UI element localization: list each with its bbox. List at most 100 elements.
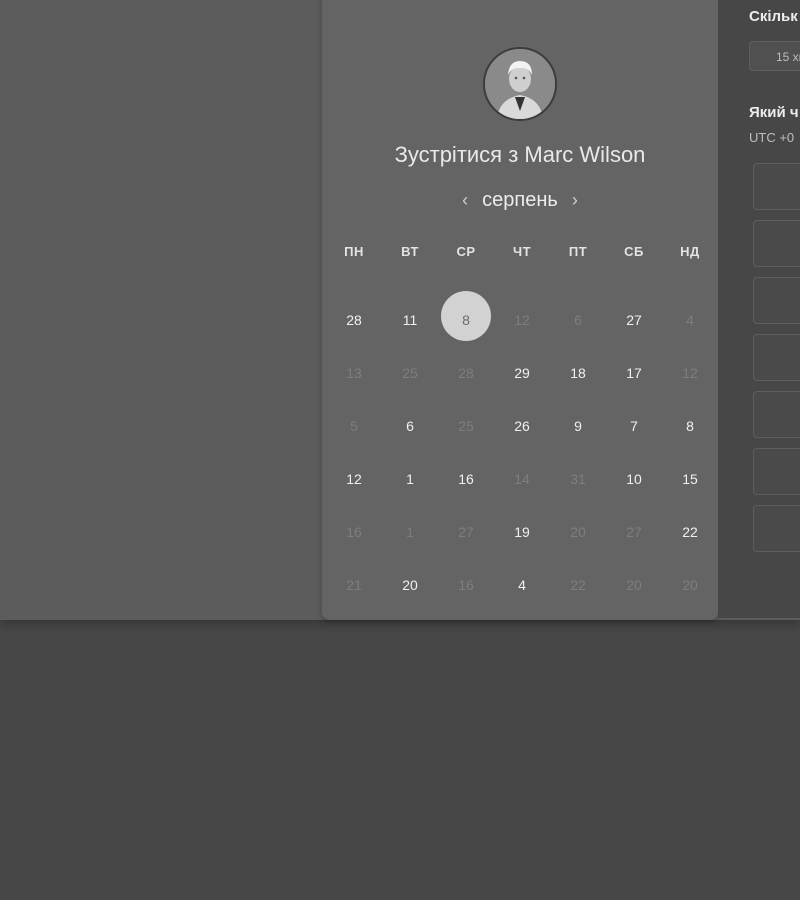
- calendar-day-available[interactable]: 16: [438, 452, 494, 505]
- calendar-day-number: 20: [402, 576, 418, 593]
- calendar-day-available[interactable]: 10: [606, 452, 662, 505]
- calendar-day-number: 14: [514, 470, 530, 487]
- calendar-day-available[interactable]: 11: [382, 293, 438, 346]
- calendar-day-available[interactable]: 26: [494, 399, 550, 452]
- calendar-day-number: 12: [514, 311, 530, 328]
- calendar-day-available[interactable]: 29: [494, 346, 550, 399]
- calendar-day-number: 26: [514, 417, 530, 434]
- calendar-day-number: 22: [682, 523, 698, 540]
- calendar-day-available[interactable]: 19: [494, 505, 550, 558]
- calendar-day-available[interactable]: 20: [382, 558, 438, 611]
- calendar-day-unavailable: 31: [550, 452, 606, 505]
- calendar-day-unavailable: 6: [550, 293, 606, 346]
- weekday-label: НД: [680, 244, 700, 259]
- calendar-grid: ПН ВТ СР ЧТ ПТ СБ НД 28 11 8 12 6 27 4 13 25 28 29 18 17 12…: [326, 240, 718, 611]
- calendar-week-row: 5 6 25 26 9 7 8: [326, 399, 718, 452]
- calendar-day-number: 16: [346, 523, 362, 540]
- calendar-weeks: 28 11 8 12 6 27 4 13 25 28 29 18 17 12 5 6 25 26 9 7 8 12 1 16 1…: [326, 291, 718, 611]
- calendar-week-row: 28 11 8 12 6 27 4: [326, 291, 718, 346]
- calendar-day-number: 16: [458, 576, 474, 593]
- time-label: Який ч: [749, 104, 799, 121]
- calendar-day-number: 20: [626, 576, 642, 593]
- calendar-day-available[interactable]: 15: [662, 452, 718, 505]
- timezone-label[interactable]: UTC +0: [749, 130, 794, 145]
- calendar-day-available[interactable]: 22: [662, 505, 718, 558]
- page-title: Зустрітися з Marc Wilson: [394, 142, 646, 167]
- calendar-day-number: 25: [458, 417, 474, 434]
- calendar-day-available[interactable]: 27: [606, 293, 662, 346]
- calendar-day-number: 6: [574, 311, 582, 328]
- calendar-day-number: 5: [350, 417, 358, 434]
- weekday-header-row: ПН ВТ СР ЧТ ПТ СБ НД: [326, 240, 718, 264]
- calendar-day-number: 8: [686, 417, 694, 434]
- calendar-week-row: 13 25 28 29 18 17 12: [326, 346, 718, 399]
- calendar-day-available[interactable]: 17: [606, 346, 662, 399]
- calendar-day-available[interactable]: 28: [326, 293, 382, 346]
- duration-select[interactable]: 15 хв: [749, 41, 800, 71]
- calendar-day-available[interactable]: 7: [606, 399, 662, 452]
- calendar-day-available[interactable]: 1: [382, 452, 438, 505]
- avatar-image: [485, 49, 555, 119]
- calendar-day-number: 28: [458, 364, 474, 381]
- calendar-day-available[interactable]: 18: [550, 346, 606, 399]
- calendar-day-number: 31: [570, 470, 586, 487]
- calendar-day-number: 18: [570, 364, 586, 381]
- calendar-day-number: 8: [462, 311, 470, 328]
- calendar-day-number: 12: [682, 364, 698, 381]
- calendar-day-number: 19: [514, 523, 530, 540]
- calendar-day-unavailable: 16: [326, 505, 382, 558]
- time-selection-panel: Скільк 15 хв Який ч UTC +0: [718, 0, 800, 618]
- calendar-day-number: 1: [406, 523, 414, 540]
- calendar-day-number: 6: [406, 417, 414, 434]
- calendar-week-row: 16 1 27 19 20 27 22: [326, 505, 718, 558]
- calendar-day-unavailable: 25: [382, 346, 438, 399]
- calendar-week-row: 21 20 16 4 22 20 20: [326, 558, 718, 611]
- calendar-day-unavailable: 5: [326, 399, 382, 452]
- weekday-label: ЧТ: [512, 244, 532, 259]
- calendar-day-unavailable: 25: [438, 399, 494, 452]
- time-slot-button[interactable]: [753, 334, 800, 381]
- calendar-day-number: 4: [686, 311, 694, 328]
- calendar-week-row: 12 1 16 14 31 10 15: [326, 452, 718, 505]
- calendar-day-available[interactable]: 9: [550, 399, 606, 452]
- calendar-day-unavailable: 12: [662, 346, 718, 399]
- calendar-day-number: 9: [574, 417, 582, 434]
- calendar-day-unavailable: 21: [326, 558, 382, 611]
- calendar-day-unavailable: 27: [438, 505, 494, 558]
- calendar-day-number: 12: [346, 470, 362, 487]
- calendar-day-available[interactable]: 4: [494, 558, 550, 611]
- time-slot-button[interactable]: [753, 391, 800, 438]
- chevron-right-icon[interactable]: ›: [572, 191, 578, 209]
- avatar: [483, 47, 557, 121]
- calendar-day-available[interactable]: 12: [326, 452, 382, 505]
- calendar-day-number: 28: [346, 311, 362, 328]
- calendar-day-available[interactable]: 6: [382, 399, 438, 452]
- time-slot-button[interactable]: [753, 163, 800, 210]
- time-slot-button[interactable]: [753, 505, 800, 552]
- chevron-left-icon[interactable]: ‹: [462, 191, 468, 209]
- time-slot-button[interactable]: [753, 448, 800, 495]
- calendar-day-number: 17: [626, 364, 642, 381]
- calendar-day-unavailable: 22: [550, 558, 606, 611]
- calendar-day-unavailable: 28: [438, 346, 494, 399]
- calendar-day-available[interactable]: 8: [662, 399, 718, 452]
- calendar-day-number: 7: [630, 417, 638, 434]
- weekday-label: СБ: [624, 244, 644, 259]
- calendar-day-number: 21: [346, 576, 362, 593]
- calendar-day-number: 27: [626, 311, 642, 328]
- calendar-day-unavailable: 1: [382, 505, 438, 558]
- calendar-day-number: 1: [406, 470, 414, 487]
- calendar-day-number: 22: [570, 576, 586, 593]
- weekday-label: ПН: [344, 244, 364, 259]
- calendar-day-unavailable: 4: [662, 293, 718, 346]
- calendar-day-selected[interactable]: 8: [438, 291, 494, 346]
- calendar-day-number: 20: [682, 576, 698, 593]
- time-slot-list: [753, 163, 800, 562]
- calendar-day-number: 27: [458, 523, 474, 540]
- calendar-day-number: 16: [458, 470, 474, 487]
- calendar-day-unavailable: 12: [494, 293, 550, 346]
- time-slot-button[interactable]: [753, 220, 800, 267]
- calendar-day-unavailable: 14: [494, 452, 550, 505]
- weekday-label: ПТ: [568, 244, 588, 259]
- time-slot-button[interactable]: [753, 277, 800, 324]
